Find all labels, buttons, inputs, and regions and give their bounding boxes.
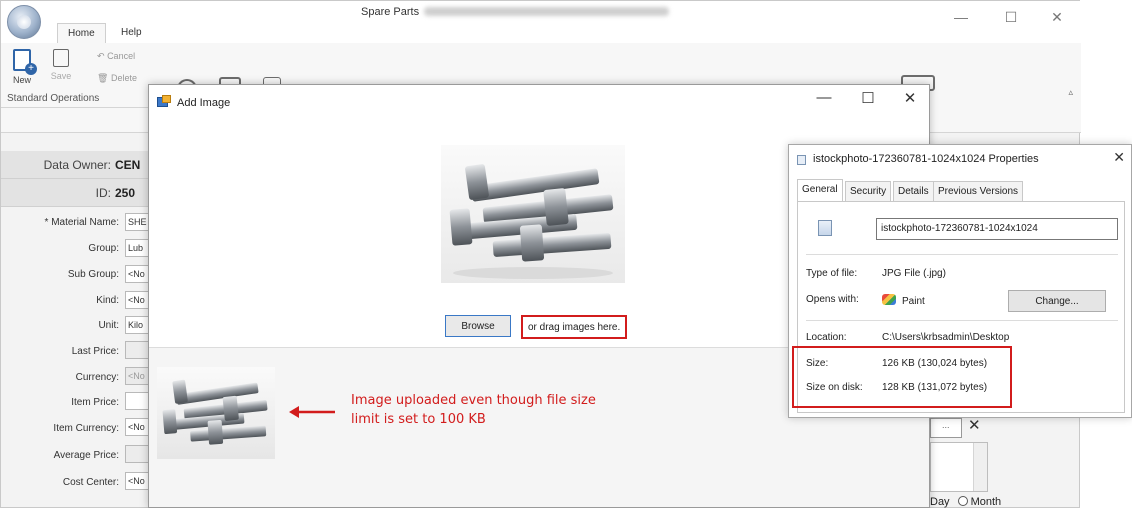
group-select[interactable]: Lub: [125, 239, 149, 257]
new-label: New: [12, 75, 31, 85]
currency-select[interactable]: <No: [125, 367, 149, 385]
clear-icon[interactable]: ✕: [968, 416, 981, 434]
trash-icon: 🗑: [97, 73, 109, 83]
add-image-icon: [157, 95, 171, 109]
item-currency-label: Item Currency:: [53, 423, 119, 434]
group-label: Group:: [88, 243, 119, 254]
dialog-close-icon[interactable]: ✕: [899, 89, 921, 107]
item-currency-select[interactable]: <No: [125, 418, 149, 436]
app-logo[interactable]: [7, 5, 41, 39]
id-value: 250: [115, 186, 136, 200]
file-name-input[interactable]: istockphoto-172360781-1024x1024: [876, 218, 1118, 240]
annotation-line-1: Image uploaded even though file size: [351, 393, 596, 408]
drag-drop-hint[interactable]: or drag images here.: [521, 315, 627, 339]
id-label: ID:: [95, 186, 111, 200]
type-of-file-value: JPG File (.jpg): [882, 268, 946, 279]
tab-details[interactable]: Details: [893, 181, 934, 201]
location-value: C:\Users\krbsadmin\Desktop: [882, 332, 1010, 343]
new-button[interactable]: New: [7, 49, 37, 85]
annotation-callout: Image uploaded even though file size lim…: [351, 391, 596, 429]
image-preview: [441, 145, 625, 283]
new-document-icon: [13, 49, 37, 75]
material-name-input[interactable]: SHE: [125, 213, 149, 231]
delete-button[interactable]: 🗑 Delete: [97, 73, 137, 84]
dialog-title: Add Image: [177, 97, 231, 109]
last-price-label: Last Price:: [71, 346, 119, 357]
location-label: Location:: [806, 332, 847, 343]
undo-icon: ↶: [97, 51, 105, 61]
uploaded-image-thumbnail[interactable]: [157, 367, 275, 459]
average-price-input[interactable]: [125, 445, 149, 463]
id-row: ID: 250: [1, 179, 149, 207]
annotation-line-2: limit is set to 100 KB: [351, 412, 486, 427]
maximize-icon[interactable]: ☐: [1001, 9, 1021, 26]
bolts-image: [449, 164, 614, 279]
minimize-icon[interactable]: —: [951, 9, 971, 25]
window-title: Spare Parts: [361, 6, 420, 18]
list-box[interactable]: [930, 442, 988, 492]
save-icon: [53, 49, 69, 67]
paint-icon: [882, 294, 896, 305]
kind-select[interactable]: <No: [125, 291, 149, 309]
unit-label: Unit:: [98, 320, 119, 331]
sub-group-select[interactable]: <No: [125, 265, 149, 283]
change-button[interactable]: Change...: [1008, 290, 1106, 312]
window-title-redacted: [424, 7, 669, 16]
cost-center-select[interactable]: <No: [125, 472, 149, 490]
currency-label: Currency:: [75, 372, 119, 383]
last-price-input[interactable]: [125, 341, 149, 359]
data-owner-row: Data Owner: CEN: [1, 151, 149, 179]
divider: [806, 320, 1118, 321]
save-button[interactable]: Save: [49, 49, 73, 81]
kind-label: Kind:: [96, 295, 119, 306]
data-owner-value: CEN: [115, 158, 141, 172]
collapse-ribbon-icon[interactable]: ▵: [1068, 87, 1073, 98]
bolts-thumbnail-image: [162, 379, 268, 445]
cancel-label: Cancel: [107, 51, 136, 61]
data-owner-label: Data Owner:: [43, 158, 111, 172]
tab-previous-versions[interactable]: Previous Versions: [933, 181, 1024, 201]
properties-close-icon[interactable]: ✕: [1113, 149, 1125, 166]
cancel-button[interactable]: ↶ Cancel: [97, 51, 135, 62]
tab-home[interactable]: Home: [57, 23, 106, 43]
radio-month-label[interactable]: Month: [971, 496, 1002, 508]
average-price-label: Average Price:: [53, 450, 119, 461]
ellipsis-button[interactable]: ...: [942, 420, 950, 430]
properties-tabs: General Security Details Previous Versio…: [797, 179, 1025, 201]
tab-security[interactable]: Security: [845, 181, 892, 201]
tab-help[interactable]: Help: [111, 23, 152, 43]
dialog-minimize-icon[interactable]: —: [813, 89, 835, 106]
delete-label: Delete: [110, 73, 137, 83]
opens-with-value: Paint: [902, 296, 925, 307]
title-bar: Spare Parts — ☐ ✕ Home Help: [1, 1, 1081, 43]
type-of-file-label: Type of file:: [806, 268, 858, 279]
browse-button[interactable]: Browse: [445, 315, 511, 337]
dialog-maximize-icon[interactable]: ☐: [857, 89, 879, 107]
jpg-file-icon: [818, 220, 832, 236]
ribbon-group-label: Standard Operations: [7, 93, 100, 104]
opens-with-label: Opens with:: [806, 294, 859, 305]
size-highlight-box: [792, 346, 1012, 408]
file-properties-icon: [797, 155, 806, 165]
radio-day-label[interactable]: Day: [930, 496, 950, 508]
properties-title: istockphoto-172360781-1024x1024 Properti…: [813, 153, 1039, 165]
ribbon-divider: [1, 107, 149, 108]
material-name-label: * Material Name:: [44, 217, 119, 228]
scrollbar[interactable]: [973, 443, 987, 491]
tab-general[interactable]: General: [797, 179, 843, 201]
item-price-label: Item Price:: [71, 397, 119, 408]
opens-with-row: Paint: [882, 294, 925, 307]
item-price-input[interactable]: [125, 392, 149, 410]
radio-month-button[interactable]: [957, 496, 968, 506]
cost-center-label: Cost Center:: [62, 477, 119, 488]
sub-group-label: Sub Group:: [67, 269, 119, 280]
close-icon[interactable]: ✕: [1047, 9, 1067, 26]
period-radio-group: Day Month: [930, 496, 1001, 508]
material-form: Data Owner: CEN ID: 250 * Material Name:…: [1, 151, 149, 508]
save-label: Save: [50, 71, 72, 81]
unit-select[interactable]: Kilo: [125, 316, 149, 334]
callout-arrow-icon: [289, 406, 335, 418]
divider: [806, 254, 1118, 255]
